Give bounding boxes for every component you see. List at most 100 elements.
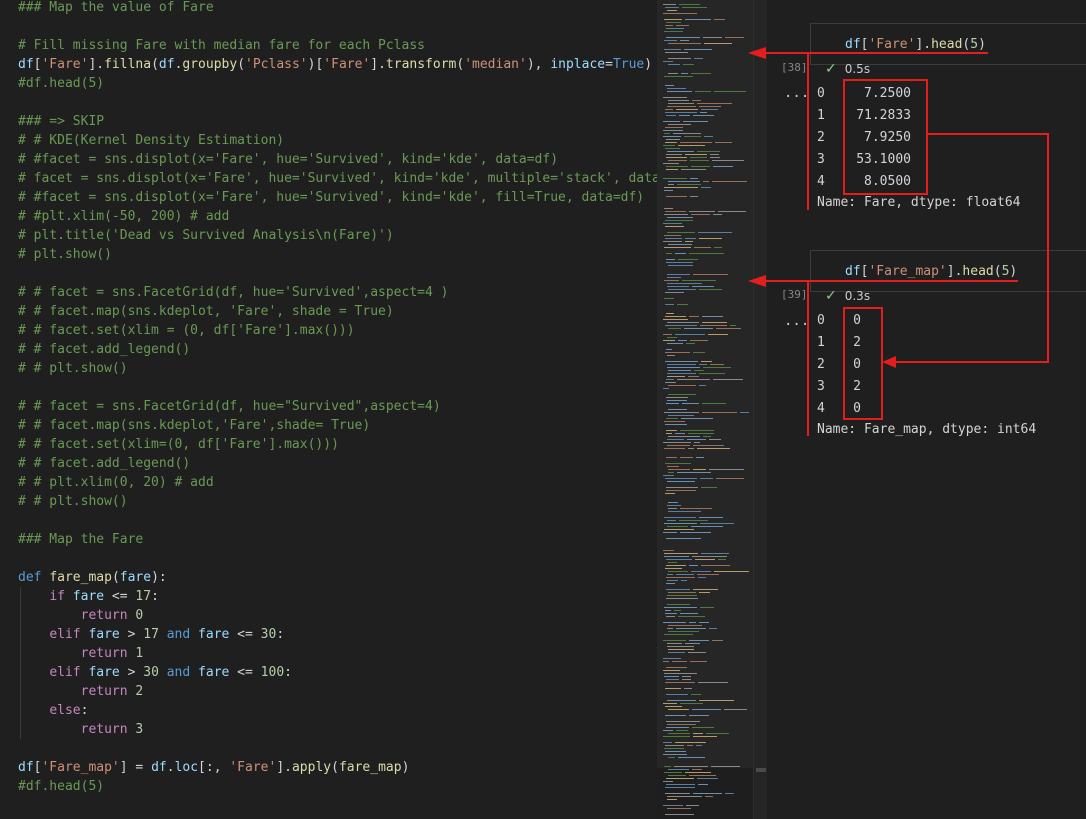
code-line[interactable]: # # plt.show()	[18, 492, 128, 511]
minimap-line	[677, 472, 711, 473]
cell-code[interactable]: df['Fare'].head(5)	[845, 37, 986, 52]
code-token: )	[401, 760, 410, 775]
minimap-line	[665, 226, 684, 227]
code-line[interactable]: # #facet = sns.displot(x='Fare', hue='Su…	[18, 150, 558, 169]
minimap-line	[690, 661, 707, 662]
code-line[interactable]: def fare_map(fare):	[18, 568, 167, 587]
code-line[interactable]: # plt.show()	[18, 245, 112, 264]
code-line[interactable]: #df.head(5)	[18, 777, 104, 796]
code-line[interactable]: # Fill missing Fare with median fare for…	[18, 36, 425, 55]
code-line[interactable]: ### Map the value of Fare	[18, 0, 214, 17]
output-more-button[interactable]: ...	[784, 85, 809, 101]
code-token: df	[845, 264, 861, 279]
minimap-line	[698, 577, 706, 578]
code-line[interactable]: # # plt.xlim(0, 20) # add	[18, 473, 214, 492]
minimap-line	[675, 742, 706, 743]
code-line[interactable]: return 2	[18, 682, 144, 701]
minimap-line	[663, 550, 674, 551]
minimap-line	[701, 487, 717, 488]
code-token: :	[284, 665, 292, 680]
code-line[interactable]: # # facet.set(xlim=(0, df['Fare'].max())…	[18, 435, 339, 454]
minimap-line	[667, 10, 677, 11]
code-token: # # KDE(Kernel Density Estimation)	[18, 133, 285, 148]
code-line[interactable]: ### => SKIP	[18, 112, 104, 131]
code-line[interactable]: # # facet.add_legend()	[18, 454, 190, 473]
minimap-line	[667, 337, 677, 338]
code-line[interactable]: df['Fare'].fillna(df.groupby('Pclass')['…	[18, 55, 652, 74]
editor-scrollbar[interactable]	[753, 0, 768, 819]
code-line[interactable]: # # facet.map(sns.kdeplot, 'Fare', shade…	[18, 302, 394, 321]
code-line[interactable]: # #facet = sns.displot(x='Fare', hue='Su…	[18, 188, 644, 207]
code-line[interactable]: # # plt.show()	[18, 359, 128, 378]
code-editor[interactable]: ### Map the value of Fare # Fill missing …	[0, 0, 657, 819]
minimap-line	[680, 532, 711, 533]
minimap-line	[698, 232, 732, 233]
code-token: # #facet = sns.displot(x='Fare', hue='Su…	[18, 152, 559, 167]
notebook-cell-fare-map-head[interactable]: df['Fare_map'].head(5)	[810, 250, 1086, 292]
scrollbar-thumb[interactable]	[756, 768, 766, 772]
code-line[interactable]: ### Map the Fare	[18, 530, 143, 549]
code-line[interactable]: # # facet = sns.FacetGrid(df, hue="Survi…	[18, 397, 441, 416]
minimap-line	[666, 667, 687, 668]
code-line[interactable]: # # facet.set(xlim = (0, df['Fare'].max(…	[18, 321, 355, 340]
minimap-line	[688, 433, 714, 434]
minimap-line	[701, 565, 730, 566]
code-token: >	[119, 665, 144, 680]
code-token: (	[993, 264, 1002, 279]
code-line[interactable]: # # KDE(Kernel Density Estimation)	[18, 131, 284, 150]
minimap-line	[667, 439, 684, 440]
code-line[interactable]: # # facet = sns.FacetGrid(df, hue='Survi…	[18, 283, 448, 302]
minimap-line	[679, 115, 690, 116]
minimap-line	[682, 280, 716, 281]
code-token: ### Map the Fare	[18, 532, 144, 547]
minimap-line	[684, 328, 713, 329]
series-index: 3	[817, 379, 825, 394]
minimap-line	[690, 160, 709, 161]
minimap-line	[663, 805, 683, 806]
code-line[interactable]: # #plt.xlim(-50, 200) # add	[18, 207, 229, 226]
minimap-line	[697, 103, 732, 104]
code-line[interactable]: elif fare > 17 and fare <= 30:	[18, 625, 284, 644]
code-line[interactable]: else:	[18, 701, 88, 720]
output-more-button[interactable]: ...	[784, 313, 809, 329]
series-index: 0	[817, 86, 825, 101]
minimap[interactable]	[657, 0, 753, 819]
code-token: 'Pclass'	[245, 57, 308, 72]
cell-code[interactable]: df['Fare_map'].head(5)	[845, 264, 1017, 279]
minimap-line	[664, 529, 694, 530]
code-token: fare	[198, 627, 230, 642]
minimap-line	[682, 7, 707, 8]
code-line[interactable]: if fare <= 17:	[18, 587, 159, 606]
minimap-line	[664, 448, 685, 449]
minimap-line	[685, 154, 707, 155]
minimap-line	[664, 673, 697, 674]
code-token: 'Fare'	[41, 57, 89, 72]
series-value: 7.2500	[864, 86, 911, 101]
minimap-line	[694, 58, 703, 59]
code-token: ):	[151, 570, 167, 585]
minimap-line	[725, 37, 744, 38]
code-line[interactable]: # # facet.add_legend()	[18, 340, 190, 359]
minimap-line	[667, 400, 687, 401]
code-line[interactable]: #df.head(5)	[18, 74, 104, 93]
minimap-line	[702, 403, 726, 404]
notebook-cell-fare-head[interactable]: df['Fare'].head(5)	[810, 23, 1086, 65]
code-line[interactable]: # # facet.map(sns.kdeplot,'Fare',shade= …	[18, 416, 370, 435]
code-token: (	[331, 760, 339, 775]
code-token: )	[644, 57, 653, 72]
minimap-line	[692, 727, 714, 728]
code-token: 0	[135, 608, 144, 623]
code-line[interactable]: # plt.title('Dead vs Survived Analysis\n…	[18, 226, 394, 245]
code-line[interactable]: return 3	[18, 720, 144, 739]
minimap-line	[678, 757, 705, 758]
minimap-line	[667, 808, 691, 809]
minimap-line	[668, 709, 689, 710]
code-line[interactable]: elif fare > 30 and fare <= 100:	[18, 663, 292, 682]
code-line[interactable]: df['Fare_map'] = df.loc[:, 'Fare'].apply…	[18, 758, 409, 777]
minimap-line	[713, 379, 743, 380]
minimap-line	[667, 643, 682, 644]
code-line[interactable]: # facet = sns.displot(x='Fare', hue='Sur…	[18, 169, 657, 188]
code-line[interactable]: return 0	[18, 606, 144, 625]
code-line[interactable]: return 1	[18, 644, 144, 663]
